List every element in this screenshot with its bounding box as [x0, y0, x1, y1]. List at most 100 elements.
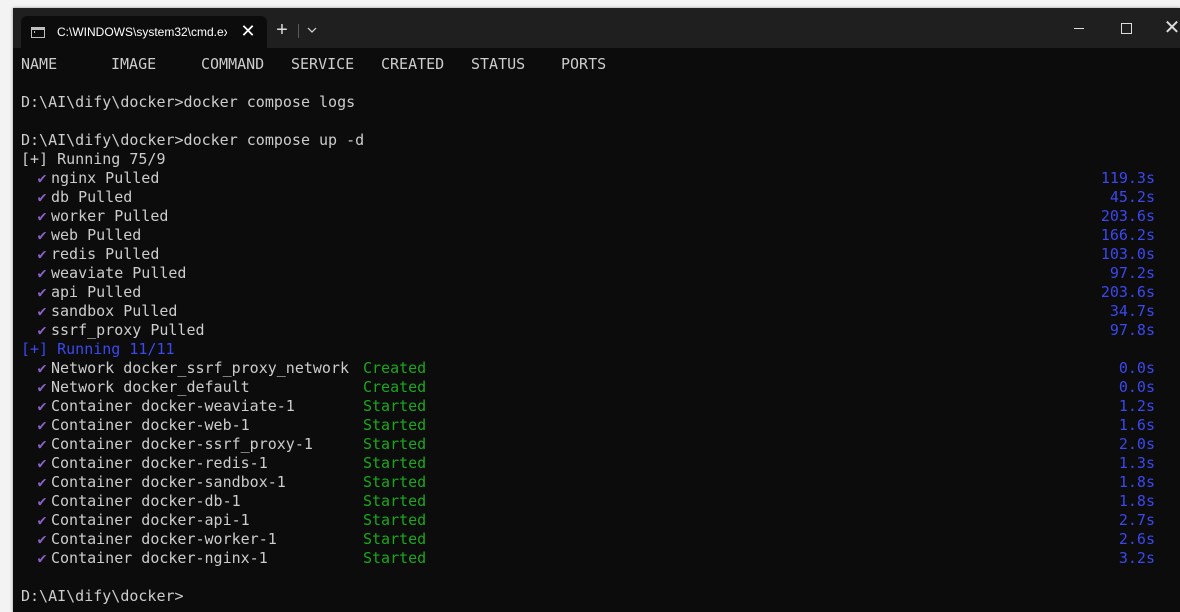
pull-text: db Pulled [51, 188, 133, 206]
resource-list: ✔ Network docker_ssrf_proxy_network Create… [21, 359, 1161, 568]
resource-row: ✔ Container docker-worker-1 Started 2.6s [21, 530, 1161, 549]
running-summary: [+] Running 75/9 [21, 150, 166, 168]
maximize-button[interactable] [1103, 8, 1149, 48]
checkmark-icon: ✔ [37, 245, 47, 263]
header-created: CREATED [381, 55, 445, 73]
checkmark-icon: ✔ [37, 283, 47, 301]
checkmark-icon: ✔ [37, 378, 47, 396]
status-label: Started [363, 435, 427, 453]
resource-text: Container docker-weaviate-1 [51, 397, 295, 415]
header-command: COMMAND [201, 55, 265, 73]
checkmark-icon: ✔ [37, 302, 47, 320]
checkmark-icon: ✔ [37, 435, 47, 453]
close-window-button[interactable]: ✕ [1149, 8, 1180, 48]
header-status: STATUS [471, 55, 526, 73]
title-bar: C:\WINDOWS\system32\cmd.exe ✕ + ✕ [13, 8, 1180, 48]
checkmark-icon: ✔ [37, 321, 47, 339]
checkmark-icon: ✔ [37, 359, 47, 377]
pull-row: ✔ sandbox Pulled 34.7s [21, 302, 1161, 321]
pull-text: redis Pulled [51, 245, 160, 263]
pull-text: web Pulled [51, 226, 142, 244]
duration-label: 1.6s [1118, 416, 1155, 434]
checkmark-icon: ✔ [37, 511, 47, 529]
resource-text: Container docker-nginx-1 [51, 549, 268, 567]
pull-row: ✔ redis Pulled 103.0s [21, 245, 1161, 264]
checkmark-icon: ✔ [37, 226, 47, 244]
duration-label: 203.6s [1100, 207, 1155, 225]
resource-text: Container docker-redis-1 [51, 454, 268, 472]
pull-row: ✔ worker Pulled 203.6s [21, 207, 1161, 226]
duration-label: 2.7s [1118, 511, 1155, 529]
status-label: Started [363, 454, 427, 472]
checkmark-icon: ✔ [37, 549, 47, 567]
pull-row: ✔ nginx Pulled 119.3s [21, 169, 1161, 188]
pull-row: ✔ web Pulled 166.2s [21, 226, 1161, 245]
status-label: Started [363, 416, 427, 434]
chevron-down-icon [307, 27, 317, 33]
resource-text: Network docker_ssrf_proxy_network [51, 359, 350, 377]
running-summary: [+] Running 11/11 [21, 340, 175, 358]
status-label: Started [363, 511, 427, 529]
new-tab-button[interactable]: + [271, 19, 293, 41]
duration-label: 119.3s [1100, 169, 1155, 187]
resource-row: ✔ Container docker-db-1 Started 1.8s [21, 492, 1161, 511]
duration-label: 1.8s [1118, 492, 1155, 510]
final-prompt: D:\AI\dify\docker> [21, 587, 184, 605]
tab-dropdown-button[interactable] [303, 22, 321, 40]
status-label: Started [363, 492, 427, 510]
status-label: Created [363, 359, 427, 377]
duration-label: 0.0s [1118, 359, 1155, 377]
console-output[interactable]: NAME IMAGE COMMAND SERVICE CREATED STATU… [21, 55, 1161, 610]
pull-row: ✔ weaviate Pulled 97.2s [21, 264, 1161, 283]
command-line: D:\AI\dify\docker>docker compose up -d [21, 131, 365, 149]
close-icon: ✕ [1163, 17, 1180, 39]
duration-label: 2.0s [1118, 435, 1155, 453]
resource-row: ✔ Container docker-redis-1 Started 1.3s [21, 454, 1161, 473]
resource-row: ✔ Network docker_ssrf_proxy_network Create… [21, 359, 1161, 378]
resource-row: ✔ Container docker-api-1 Started 2.7s [21, 511, 1161, 530]
minimize-icon [1074, 27, 1084, 29]
duration-label: 97.2s [1109, 264, 1155, 282]
resource-row: ✔ Network docker_default Created 0.0s [21, 378, 1161, 397]
pull-text: worker Pulled [51, 207, 169, 225]
maximize-icon [1120, 22, 1132, 34]
pull-row: ✔ api Pulled 203.6s [21, 283, 1161, 302]
pull-row: ✔ ssrf_proxy Pulled 97.8s [21, 321, 1161, 340]
checkmark-icon: ✔ [37, 169, 47, 187]
resource-text: Container docker-api-1 [51, 511, 250, 529]
resource-text: Network docker_default [51, 378, 250, 396]
resource-text: Container docker-worker-1 [51, 530, 277, 548]
tab-cmd[interactable]: C:\WINDOWS\system32\cmd.exe ✕ [21, 16, 267, 48]
resource-text: Container docker-ssrf_proxy-1 [51, 435, 313, 453]
resource-row: ✔ Container docker-sandbox-1 Started 1.8s [21, 473, 1161, 492]
resource-row: ✔ Container docker-ssrf_proxy-1 Started 2.0… [21, 435, 1161, 454]
checkmark-icon: ✔ [37, 416, 47, 434]
pull-text: api Pulled [51, 283, 142, 301]
pull-text: ssrf_proxy Pulled [51, 321, 205, 339]
header-ports: PORTS [561, 55, 607, 73]
pull-row: ✔ db Pulled 45.2s [21, 188, 1161, 207]
pull-text: nginx Pulled [51, 169, 160, 187]
pull-text: sandbox Pulled [51, 302, 178, 320]
duration-label: 34.7s [1109, 302, 1155, 320]
resource-row: ✔ Container docker-nginx-1 Started 3.2s [21, 549, 1161, 568]
resource-text: Container docker-web-1 [51, 416, 250, 434]
duration-label: 166.2s [1100, 226, 1155, 244]
terminal-window: C:\WINDOWS\system32\cmd.exe ✕ + ✕ NAME I… [13, 8, 1180, 612]
terminal-icon [31, 26, 45, 38]
tab-close-icon[interactable]: ✕ [237, 20, 259, 42]
checkmark-icon: ✔ [37, 188, 47, 206]
header-name: NAME [21, 55, 58, 73]
checkmark-icon: ✔ [37, 397, 47, 415]
checkmark-icon: ✔ [37, 473, 47, 491]
resource-text: Container docker-sandbox-1 [51, 473, 286, 491]
status-label: Created [363, 378, 427, 396]
resource-text: Container docker-db-1 [51, 492, 241, 510]
duration-label: 3.2s [1118, 549, 1155, 567]
status-label: Started [363, 473, 427, 491]
header-image: IMAGE [111, 55, 157, 73]
duration-label: 203.6s [1100, 283, 1155, 301]
header-service: SERVICE [291, 55, 355, 73]
minimize-button[interactable] [1056, 8, 1102, 48]
duration-label: 2.6s [1118, 530, 1155, 548]
